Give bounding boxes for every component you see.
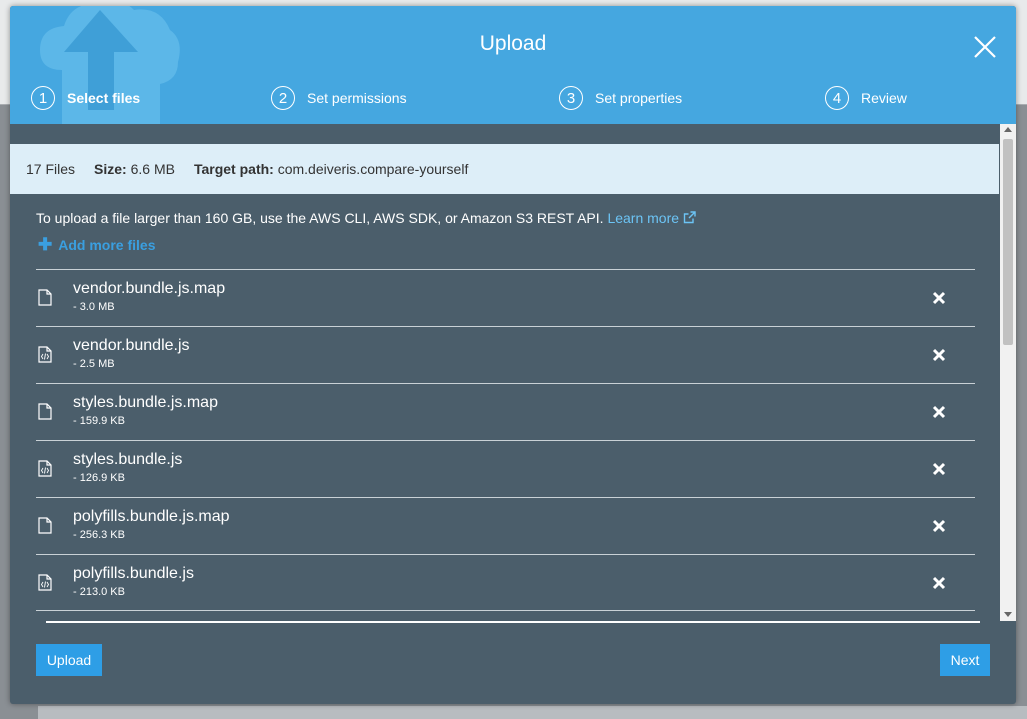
external-link-icon — [683, 211, 696, 224]
target-path: Target path: com.deiveris.compare-yourse… — [194, 161, 468, 177]
code-file-icon — [38, 460, 52, 477]
file-name: polyfills.bundle.js.map — [73, 508, 230, 525]
upload-button[interactable]: Upload — [36, 644, 102, 676]
step-label: Set properties — [595, 90, 683, 106]
upload-summary-bar: 17 Files Size: 6.6 MB Target path: com.d… — [10, 144, 999, 194]
large-file-notice: To upload a file larger than 160 GB, use… — [36, 210, 696, 226]
size-label: Size: — [94, 161, 127, 177]
file-size: - 3.0 MB — [73, 301, 115, 313]
step-review[interactable]: 4 Review — [825, 85, 907, 111]
file-size: - 2.5 MB — [73, 358, 115, 370]
file-size: - 213.0 KB — [73, 586, 125, 598]
step-label: Set permissions — [307, 90, 407, 106]
list-item: polyfills.bundle.js - 213.0 KB — [36, 554, 975, 611]
file-name: polyfills.bundle.js — [73, 565, 194, 582]
remove-file-icon[interactable] — [932, 462, 946, 476]
list-scroll-edge — [46, 621, 980, 623]
scrollbar[interactable] — [1000, 124, 1016, 621]
step-select-files[interactable]: 1 Select files — [31, 85, 140, 111]
step-set-properties[interactable]: 3 Set properties — [559, 85, 682, 111]
step-number: 3 — [559, 86, 583, 110]
path-value: com.deiveris.compare-yourself — [277, 161, 469, 177]
remove-file-icon[interactable] — [932, 519, 946, 533]
upload-modal: Upload 1 Select files 2 Set permissions … — [10, 6, 1016, 704]
file-icon — [38, 403, 52, 420]
plus-icon: ✚ — [38, 235, 53, 254]
modal-title: Upload — [479, 32, 547, 55]
remove-file-icon[interactable] — [932, 348, 946, 362]
file-name: styles.bundle.js.map — [73, 394, 218, 411]
step-set-permissions[interactable]: 2 Set permissions — [271, 85, 407, 111]
file-count: 17 Files — [26, 161, 76, 177]
add-more-label: Add more files — [58, 237, 156, 253]
file-size: - 159.9 KB — [73, 415, 125, 427]
scroll-up-icon[interactable] — [1004, 127, 1012, 132]
list-item: vendor.bundle.js.map - 3.0 MB — [36, 269, 975, 326]
list-item: vendor.bundle.js - 2.5 MB — [36, 326, 975, 383]
file-size: - 256.3 KB — [73, 529, 125, 541]
step-number: 1 — [31, 86, 55, 110]
remove-file-icon[interactable] — [932, 576, 946, 590]
list-item: styles.bundle.js.map - 159.9 KB — [36, 383, 975, 440]
code-file-icon — [38, 574, 52, 591]
code-file-icon — [38, 346, 52, 363]
size-value: 6.6 MB — [130, 161, 175, 177]
step-label: Review — [861, 90, 907, 106]
file-name: vendor.bundle.js.map — [73, 280, 226, 297]
file-icon — [38, 289, 52, 306]
remove-file-icon[interactable] — [932, 405, 946, 419]
modal-header: Upload 1 Select files 2 Set permissions … — [10, 6, 1016, 124]
step-number: 4 — [825, 86, 849, 110]
remove-file-icon[interactable] — [932, 291, 946, 305]
file-name: styles.bundle.js — [73, 451, 183, 468]
file-size: - 126.9 KB — [73, 472, 125, 484]
file-name: vendor.bundle.js — [73, 337, 190, 354]
next-button[interactable]: Next — [940, 644, 990, 676]
list-item: polyfills.bundle.js.map - 256.3 KB — [36, 497, 975, 554]
path-label: Target path: — [193, 161, 274, 177]
list-item: styles.bundle.js - 126.9 KB — [36, 440, 975, 497]
add-more-files-button[interactable]: ✚ Add more files — [38, 235, 156, 254]
learn-more-link[interactable]: Learn more — [607, 210, 696, 226]
file-icon — [38, 517, 52, 534]
scroll-down-icon[interactable] — [1004, 612, 1012, 617]
step-number: 2 — [271, 86, 295, 110]
scrollbar-thumb[interactable] — [1003, 139, 1013, 345]
notice-text: To upload a file larger than 160 GB, use… — [36, 210, 604, 226]
background-footer — [38, 706, 1027, 719]
total-size: Size: 6.6 MB — [94, 161, 175, 177]
file-list: vendor.bundle.js.map - 3.0 MB vendor.bun… — [36, 269, 975, 611]
step-label: Select files — [67, 90, 141, 106]
close-icon[interactable] — [972, 34, 998, 60]
